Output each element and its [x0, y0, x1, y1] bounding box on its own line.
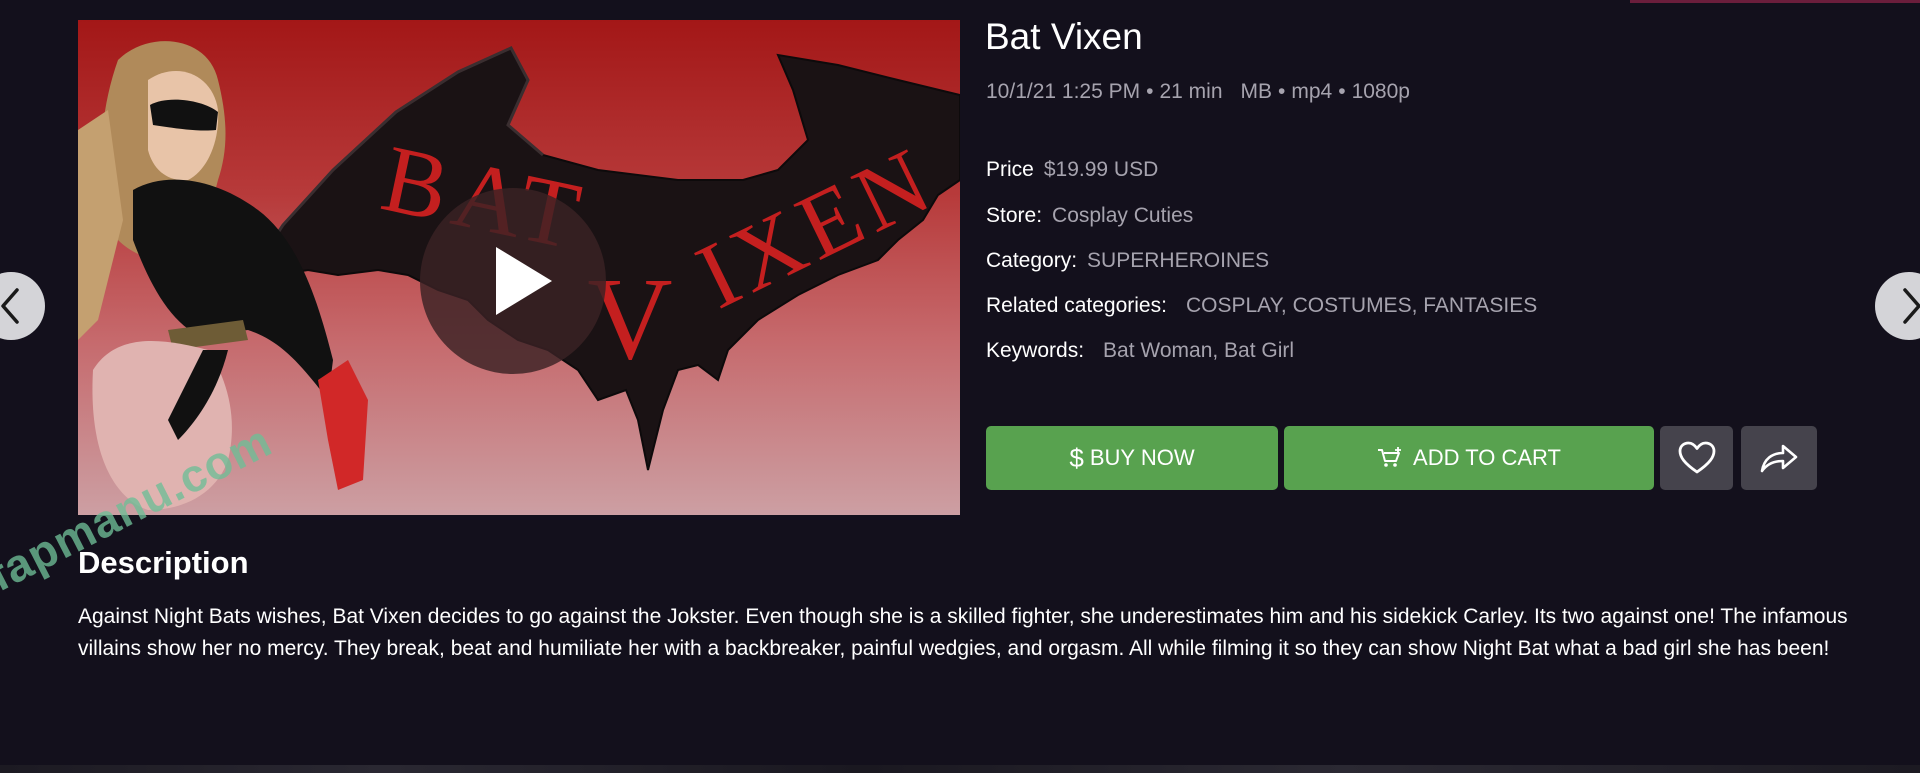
- chevron-right-icon: [1903, 288, 1920, 324]
- store-row: Store: Cosplay Cuties: [986, 204, 1193, 228]
- price-label: Price: [986, 158, 1034, 181]
- meta-separator: •: [1338, 80, 1346, 103]
- meta-separator: •: [1146, 80, 1154, 103]
- price-value: $19.99 USD: [1043, 158, 1159, 181]
- category-row: Category: SUPERHEROINES: [986, 249, 1269, 273]
- product-meta: 10/1/21 1:25 PM • 21 min MB • mp4 • 1080p: [986, 80, 1410, 104]
- play-button[interactable]: [420, 188, 606, 374]
- related-categories-row: Related categories: COSPLAY, COSTUMES, FA…: [986, 294, 1537, 318]
- related-categories-links[interactable]: COSPLAY, COSTUMES, FANTASIES: [1186, 294, 1537, 317]
- store-link[interactable]: Cosplay Cuties: [1052, 204, 1193, 227]
- category-link[interactable]: SUPERHEROINES: [1087, 249, 1269, 272]
- store-label: Store:: [986, 204, 1043, 227]
- like-button[interactable]: [1660, 426, 1733, 490]
- keywords-links[interactable]: Bat Woman, Bat Girl: [1103, 339, 1294, 362]
- related-categories-label: Related categories:: [986, 294, 1167, 317]
- meta-resolution: 1080p: [1351, 80, 1410, 103]
- top-accent-bar: [1630, 0, 1920, 3]
- meta-duration: 21 min: [1159, 80, 1223, 103]
- add-to-cart-button[interactable]: ADD TO CART: [1284, 426, 1654, 490]
- product-title: Bat Vixen: [985, 16, 1143, 57]
- keywords-row: Keywords: Bat Woman, Bat Girl: [986, 339, 1294, 363]
- share-button[interactable]: [1741, 426, 1817, 490]
- share-icon: [1760, 444, 1798, 473]
- description-text: Against Night Bats wishes, Bat Vixen dec…: [78, 605, 1848, 660]
- meta-datetime: 10/1/21 1:25 PM: [986, 80, 1141, 103]
- keywords-label: Keywords:: [986, 339, 1085, 362]
- heart-icon: [1678, 441, 1715, 474]
- bottom-strip: [0, 765, 1920, 773]
- add-to-cart-label: ADD TO CART: [1413, 445, 1561, 470]
- next-button[interactable]: [1875, 272, 1920, 340]
- meta-format: mp4: [1291, 80, 1333, 103]
- buy-now-button[interactable]: $ BUY NOW: [986, 426, 1278, 490]
- cart-plus-icon: [1378, 447, 1402, 467]
- play-icon: [496, 247, 552, 315]
- category-label: Category:: [986, 249, 1078, 272]
- dollar-icon: $: [1069, 442, 1084, 473]
- meta-size: MB: [1240, 80, 1273, 103]
- chevron-left-icon: [1, 288, 19, 324]
- price-row: Price $19.99 USD: [986, 158, 1158, 182]
- previous-button[interactable]: [0, 272, 45, 340]
- meta-separator: •: [1278, 80, 1286, 103]
- buy-now-label: BUY NOW: [1089, 445, 1195, 470]
